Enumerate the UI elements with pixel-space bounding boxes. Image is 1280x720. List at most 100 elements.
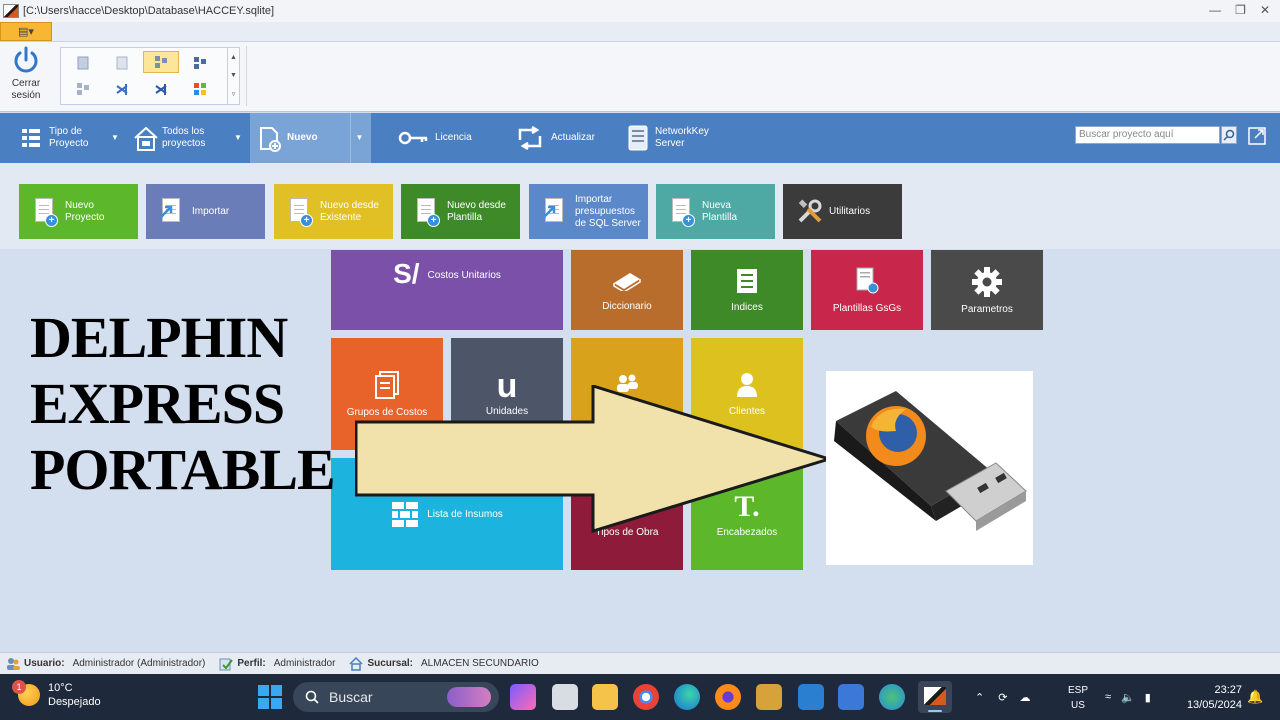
theme-option-2[interactable] [104, 52, 140, 74]
nueva-plantilla-button[interactable]: + Nueva Plantilla [656, 184, 775, 239]
weather-sun-icon: 1 [12, 680, 40, 706]
visual-studio-icon [155, 84, 167, 95]
toolbar-label: Tipo de Proyecto [49, 126, 89, 149]
importar-sql-button[interactable]: Importar presupuestos de SQL Server [529, 184, 648, 239]
nuevo-proyecto-button[interactable]: + Nuevo Proyecto [19, 184, 138, 239]
notification-bell-icon[interactable]: 🔔 [1247, 689, 1263, 705]
grid-icon [77, 83, 89, 95]
tile-label: Costos Unitarios [427, 270, 501, 281]
tile-plantillas-gsgs[interactable]: Plantillas GsGs [811, 250, 923, 330]
template-settings-icon [856, 267, 879, 293]
action-label: Importar [192, 205, 230, 217]
theme-option-7[interactable] [143, 78, 179, 100]
weather-widget[interactable]: 1 10°C Despejado [12, 680, 101, 709]
application-menu-button[interactable]: ▤▾ [0, 22, 52, 41]
toolbar-label: Licencia [435, 132, 472, 143]
currency-icon: S/ [393, 258, 420, 289]
tile-costos-unitarios[interactable]: S/ Costos Unitarios [331, 250, 563, 330]
clock-date: 13/05/2024 [1186, 699, 1242, 711]
expand-window-button[interactable] [1247, 126, 1267, 146]
theme-option-5[interactable] [65, 78, 101, 100]
media-player-icon[interactable] [756, 684, 782, 710]
scroll-up-icon[interactable]: ▲ [230, 54, 237, 61]
toolbar-label: Todos los proyectos [162, 126, 206, 149]
action-label: Nuevo Proyecto [65, 199, 105, 223]
toolbar-actualizar[interactable]: Actualizar [516, 113, 616, 163]
utilitarios-button[interactable]: Utilitarios [783, 184, 902, 239]
file-explorer-icon[interactable] [592, 684, 618, 710]
tile-label: Parametros [961, 303, 1013, 315]
edge-icon[interactable] [674, 684, 700, 710]
key-icon [398, 126, 428, 150]
ribbon: Cerrar sesión ▲ ▼ ▿ [0, 42, 1280, 112]
remote-desktop-icon[interactable] [838, 684, 864, 710]
status-perfil: Administrador [273, 658, 336, 669]
status-key: Usuario: [24, 658, 65, 669]
gallery-scroll[interactable]: ▲ ▼ ▿ [227, 48, 239, 104]
theme-option-3[interactable] [143, 51, 179, 73]
clock[interactable]: 23:27 13/05/2024 [1180, 683, 1242, 713]
theme-option-4[interactable] [182, 52, 218, 74]
delphin-taskbar-button[interactable] [918, 681, 952, 713]
scroll-down-icon[interactable]: ▼ [230, 72, 237, 79]
users-icon [7, 657, 20, 670]
toolbar-licencia[interactable]: Licencia [398, 113, 498, 163]
language-code: ESP [1067, 685, 1088, 696]
toolbar-label: NetworkKey Server [655, 126, 709, 149]
tile-parametros[interactable]: Parametros [931, 250, 1043, 330]
toolbar-networkkey[interactable]: NetworkKey Server [628, 113, 738, 163]
logout-button[interactable]: Cerrar sesión [6, 46, 46, 102]
tile-diccionario[interactable]: Diccionario [571, 250, 683, 330]
vscode-icon[interactable] [798, 684, 824, 710]
copilot-icon[interactable] [510, 684, 536, 710]
quick-settings[interactable]: ≈ 🔈 ▮ [1105, 674, 1151, 720]
cloud-icon[interactable]: ☁ [1019, 691, 1030, 704]
chevron-down-icon[interactable]: ▼ [106, 113, 124, 163]
windows-icon [194, 83, 206, 95]
theme-gallery: ▲ ▼ ▿ [60, 47, 240, 105]
volume-icon: 🔈 [1121, 691, 1135, 704]
clock-time: 23:27 [1214, 684, 1242, 696]
chevron-up-icon[interactable]: ⌃ [975, 691, 984, 704]
keyboard-layout: US [1071, 700, 1085, 711]
nuevo-desde-existente-button[interactable]: + Nuevo desde Existente [274, 184, 393, 239]
nuevo-desde-plantilla-button[interactable]: + Nuevo desde Plantilla [401, 184, 520, 239]
chevron-down-icon[interactable]: ▼ [350, 113, 368, 163]
status-usuario: Administrador (Administrador) [72, 658, 206, 669]
gallery-more-icon[interactable]: ▿ [232, 90, 236, 98]
toolbar-todos-proyectos[interactable]: Todos los proyectos ▼ [133, 113, 247, 163]
chrome-icon[interactable] [633, 684, 659, 710]
promo-title-line: PORTABLE [30, 437, 336, 502]
language-indicator[interactable]: ESP US [1066, 683, 1090, 713]
expand-icon [1248, 127, 1266, 145]
taskbar-search[interactable]: Buscar [293, 682, 499, 712]
weather-condition: Despejado [48, 696, 101, 708]
usb-drive-icon [834, 391, 1027, 531]
quick-access-bar: ▤▾ [0, 22, 1280, 42]
paint-icon[interactable] [879, 684, 905, 710]
theme-option-8[interactable] [182, 78, 218, 100]
sync-icon[interactable]: ⟳ [998, 691, 1007, 704]
project-search-input[interactable]: Buscar proyecto aquí [1075, 126, 1220, 144]
minimize-icon[interactable]: — [1209, 3, 1221, 17]
new-project-icon: + [32, 197, 58, 227]
tile-indices[interactable]: Indices [691, 250, 803, 330]
tile-label: Plantillas GsGs [832, 302, 902, 314]
importar-button[interactable]: Importar [146, 184, 265, 239]
restore-icon[interactable]: ❐ [1235, 3, 1246, 17]
search-button[interactable] [1221, 126, 1237, 144]
tile-label: Diccionario [602, 300, 652, 312]
toolbar-tipo-proyecto[interactable]: Tipo de Proyecto ▼ [20, 113, 124, 163]
task-view-icon[interactable] [552, 684, 578, 710]
search-icon [305, 690, 319, 704]
theme-option-6[interactable] [104, 78, 140, 100]
close-icon[interactable]: ✕ [1260, 3, 1270, 17]
toolbar-label: Actualizar [551, 132, 595, 143]
chevron-down-icon[interactable]: ▼ [229, 113, 247, 163]
action-label: Utilitarios [829, 205, 871, 217]
firefox-icon[interactable] [715, 684, 741, 710]
toolbar-nuevo[interactable]: Nuevo ▼ [250, 113, 371, 163]
theme-option-1[interactable] [65, 52, 101, 74]
start-button[interactable] [258, 685, 282, 709]
refresh-icon [516, 125, 544, 151]
